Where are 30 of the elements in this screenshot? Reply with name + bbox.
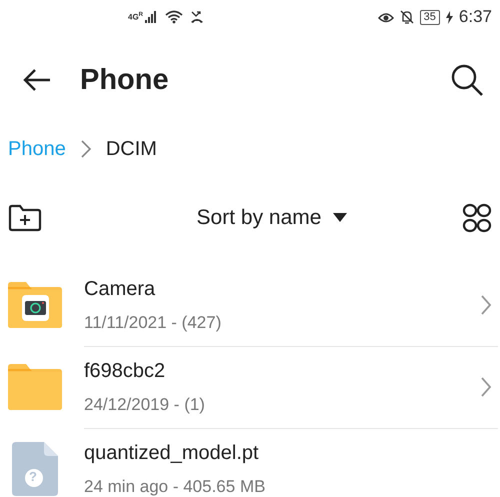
missed-call-icon bbox=[189, 10, 206, 24]
caret-icon bbox=[333, 213, 348, 223]
network-label: 4G$^{R}$ bbox=[128, 12, 144, 22]
sort-dropdown[interactable]: Sort by name bbox=[190, 202, 354, 234]
chevron-right-icon bbox=[480, 377, 492, 397]
folder-icon bbox=[8, 364, 62, 410]
file-details: 11/11/2021 - (427) bbox=[84, 312, 222, 332]
file-details: 24 min ago - 405.65 MB bbox=[84, 476, 266, 496]
new-folder-icon[interactable] bbox=[8, 204, 42, 232]
page-title: Phone bbox=[80, 64, 170, 96]
back-arrow-icon[interactable] bbox=[22, 68, 52, 92]
bell-off-icon bbox=[400, 10, 414, 24]
search-icon[interactable] bbox=[450, 63, 484, 97]
chevron-right-icon bbox=[480, 295, 492, 315]
wifi-icon bbox=[165, 10, 184, 24]
chevron-right-icon bbox=[80, 140, 92, 158]
clock: 6:37 bbox=[458, 7, 492, 27]
breadcrumb-item[interactable]: DCIM bbox=[106, 138, 157, 160]
grid-view-icon[interactable] bbox=[462, 203, 492, 233]
charging-icon bbox=[446, 10, 453, 24]
file-row[interactable]: f698cbc2 24/12/2019 - (1) bbox=[0, 346, 500, 428]
battery-level: 35 bbox=[420, 10, 440, 24]
file-name: quantized_model.pt bbox=[84, 442, 260, 464]
file-name: f698cbc2 bbox=[84, 360, 166, 382]
file-name: Camera bbox=[84, 278, 156, 300]
camera-folder-icon bbox=[8, 282, 62, 328]
file-row[interactable]: Camera 11/11/2021 - (427) bbox=[0, 264, 500, 346]
file-row[interactable]: ? quantized_model.pt 24 min ago - 405.65 MB bbox=[0, 428, 500, 497]
unknown-file-icon: ? bbox=[12, 442, 58, 496]
file-details: 24/12/2019 - (1) bbox=[84, 394, 206, 414]
